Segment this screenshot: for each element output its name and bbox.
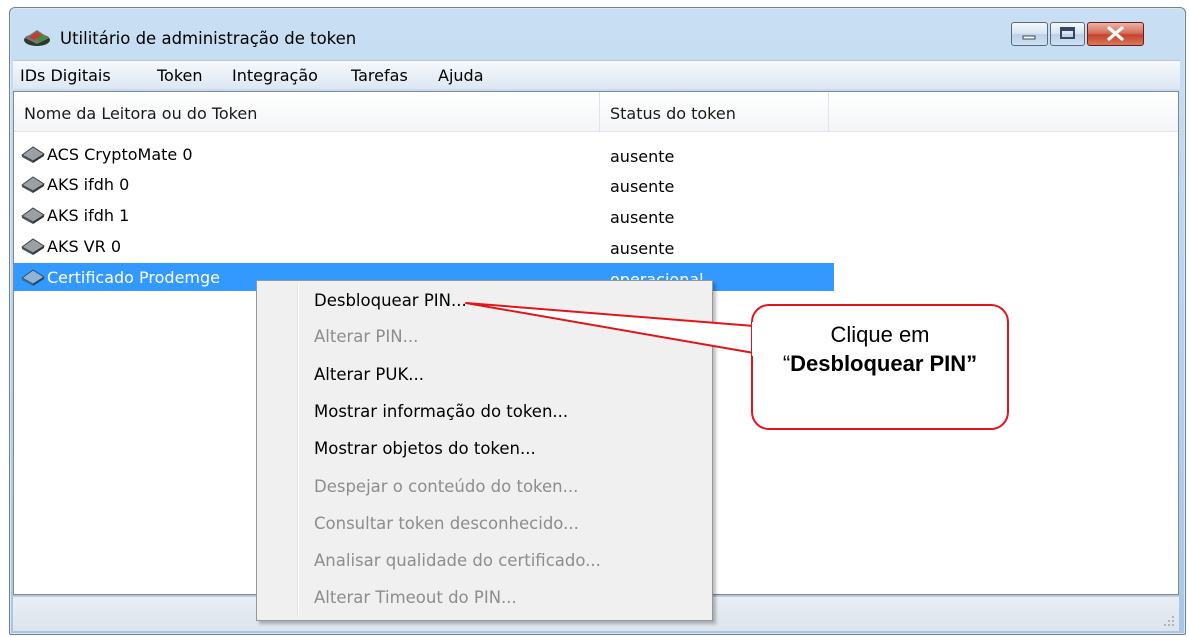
close-button[interactable] — [1087, 22, 1144, 46]
menu-item-mostrar-informacao[interactable]: Mostrar informação do token... — [314, 402, 568, 421]
menu-item-despejar-conteudo[interactable]: Despejar o conteúdo do token... — [314, 477, 578, 496]
card-reader-icon — [21, 238, 45, 255]
menu-bar: IDs Digitais Token Integração Tarefas Aj… — [13, 60, 1180, 89]
menu-tarefas[interactable]: Tarefas — [351, 66, 408, 85]
menu-ids-digitais[interactable]: IDs Digitais — [20, 66, 111, 85]
table-row[interactable]: ACS CryptoMate 0 ausente — [14, 140, 834, 168]
token-status: ausente — [610, 177, 675, 196]
token-app-icon — [24, 30, 50, 46]
table-row[interactable]: AKS VR 0 ausente — [14, 232, 834, 260]
close-icon — [1107, 26, 1124, 41]
token-status: ausente — [610, 147, 675, 166]
table-row[interactable]: AKS ifdh 1 ausente — [14, 201, 834, 229]
minimize-icon — [1022, 35, 1036, 40]
token-status: ausente — [610, 208, 675, 227]
token-name: Certificado Prodemge — [47, 268, 220, 287]
token-name: AKS ifdh 0 — [47, 175, 130, 194]
menu-ajuda[interactable]: Ajuda — [438, 66, 484, 85]
minimize-button[interactable] — [1011, 22, 1048, 46]
menu-item-desbloquear-pin[interactable]: Desbloquear PIN... — [314, 291, 467, 310]
resize-grip-icon[interactable] — [1163, 615, 1175, 627]
menu-item-analisar-qualidade[interactable]: Analisar qualidade do certificado... — [314, 551, 601, 570]
card-reader-icon — [21, 176, 45, 193]
token-icon — [21, 269, 45, 286]
column-header-filler — [829, 92, 1178, 132]
callout-box: Clique em “Desbloquear PIN” — [751, 304, 1009, 430]
column-header-status[interactable]: Status do token — [600, 92, 829, 132]
menu-token[interactable]: Token — [157, 66, 203, 85]
column-header-name-label: Nome da Leitora ou do Token — [24, 104, 258, 123]
token-status: ausente — [610, 239, 675, 258]
card-reader-icon — [21, 207, 45, 224]
restore-icon — [1060, 27, 1075, 39]
callout-text: Clique em “Desbloquear PIN” — [753, 320, 1007, 378]
menu-item-alterar-pin[interactable]: Alterar PIN... — [314, 327, 418, 346]
column-header-status-label: Status do token — [610, 104, 736, 123]
menu-item-mostrar-objetos[interactable]: Mostrar objetos do token... — [314, 439, 536, 458]
title-bar[interactable]: Utilitário de administração de token — [10, 8, 1185, 56]
card-reader-icon — [21, 146, 45, 163]
callout-line1: Clique em — [830, 322, 930, 347]
token-name: AKS ifdh 1 — [47, 206, 130, 225]
column-header-name[interactable]: Nome da Leitora ou do Token — [14, 92, 600, 132]
maximize-button[interactable] — [1050, 22, 1085, 46]
menu-integracao[interactable]: Integração — [232, 66, 318, 85]
callout-bold: Desbloquear PIN” — [790, 351, 978, 376]
token-name: ACS CryptoMate 0 — [47, 145, 193, 164]
callout-cover — [752, 322, 756, 356]
table-row[interactable]: AKS ifdh 0 ausente — [14, 170, 834, 198]
window-title: Utilitário de administração de token — [60, 29, 357, 48]
token-name: AKS VR 0 — [47, 237, 122, 256]
menu-item-alterar-puk[interactable]: Alterar PUK... — [314, 365, 424, 384]
menu-item-alterar-timeout[interactable]: Alterar Timeout do PIN... — [314, 588, 517, 607]
context-menu: Desbloquear PIN... Alterar PIN... Altera… — [256, 280, 713, 621]
context-menu-gutter — [297, 284, 299, 617]
menu-item-consultar-token[interactable]: Consultar token desconhecido... — [314, 514, 579, 533]
